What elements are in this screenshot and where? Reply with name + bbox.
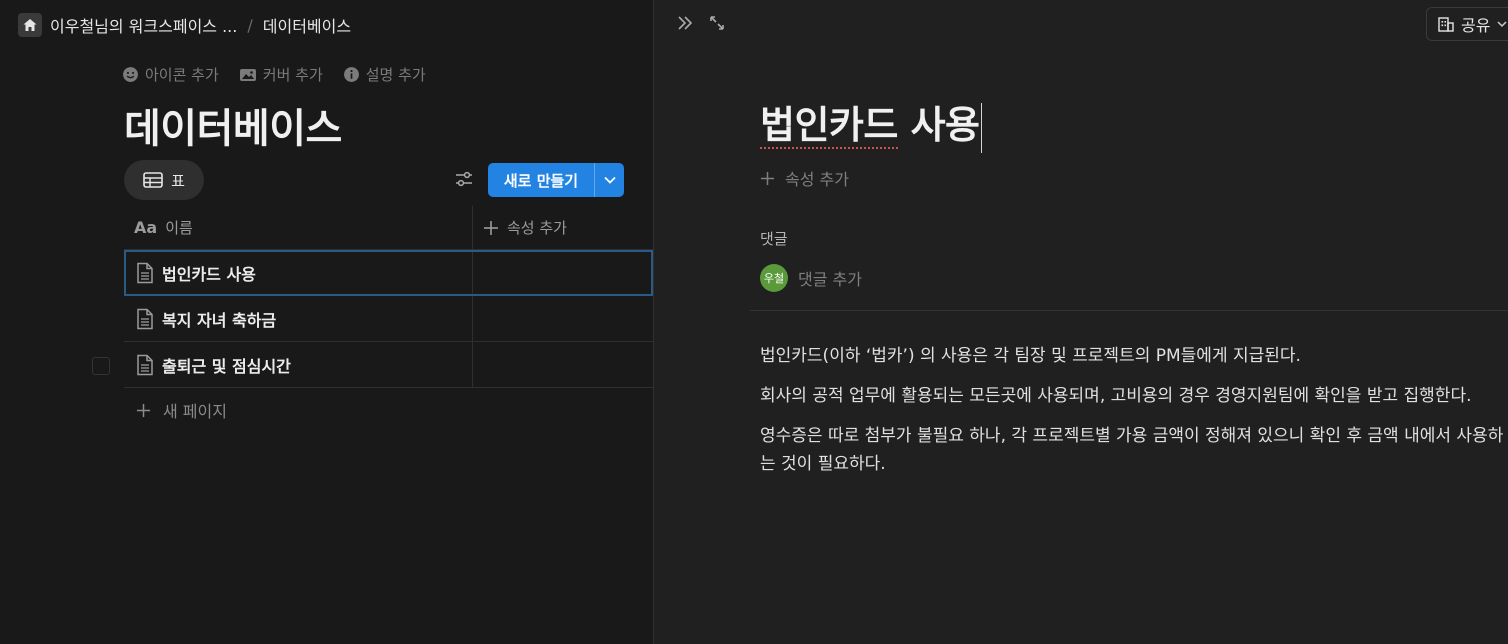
avatar: 우철 [760,264,788,292]
text-type-icon: Aa [134,218,158,237]
new-button-main[interactable]: 새로 만들기 [488,163,594,197]
peek-controls [676,14,726,36]
breadcrumb-separator: / [247,15,253,35]
document-title-rest: 사용 [897,103,980,147]
row-property-cell[interactable] [473,250,653,295]
paragraph[interactable]: 법인카드(이하 ‘법카’) 의 사용은 각 팀장 및 프로젝트의 PM들에게 지… [760,342,1505,370]
document-icon [137,308,153,329]
document-icon [137,354,153,375]
comments-heading: 댓글 [760,230,788,248]
image-icon [239,68,256,81]
document-title-spellcheck-part: 법인카드 [760,103,898,149]
peek-panel: 공유 법인카드 사용 속성 추가 댓글 우철 댓글 추가 법인카드(이하 ‘법카… [654,0,1508,644]
plus-icon [484,220,498,235]
row-title-cell[interactable]: 법인카드 사용 [124,250,473,295]
column-header-name[interactable]: Aa 이름 [124,206,473,249]
row-title: 법인카드 사용 [162,264,256,284]
divider [750,310,1508,311]
add-cover-button[interactable]: 커버 추가 [239,64,323,85]
new-page-label: 새 페이지 [163,402,227,421]
column-name-label: 이름 [165,219,193,237]
new-button: 새로 만들기 [488,163,624,197]
table-row[interactable]: 출퇴근 및 점심시간 [124,342,653,388]
paragraph[interactable]: 회사의 공적 업무에 활용되는 모든곳에 사용되며, 고비용의 경우 경영지원팀… [760,382,1505,410]
share-button[interactable]: 공유 [1426,7,1508,41]
database-pane: 이우철님의 워크스페이스 ... / 데이터베이스 아이콘 추가 커버 추가 설… [0,0,653,644]
row-property-cell[interactable] [473,342,653,387]
breadcrumb: 이우철님의 워크스페이스 ... / 데이터베이스 [18,12,351,38]
smiley-icon [123,67,138,82]
comment-input-row: 우철 댓글 추가 [760,264,862,292]
row-title: 복지 자녀 축하금 [162,310,277,330]
home-icon[interactable] [18,13,42,37]
paragraph[interactable]: 영수증은 따로 첨부가 불필요 하나, 각 프로젝트별 가용 금액이 정해져 있… [760,422,1505,478]
sliders-icon[interactable] [454,170,474,192]
page-title[interactable]: 데이터베이스 [124,96,342,154]
row-title: 출퇴근 및 점심시간 [162,356,291,376]
add-icon-label: 아이콘 추가 [145,66,219,84]
add-description-label: 설명 추가 [365,66,426,84]
plus-icon [760,171,775,185]
building-icon [1438,17,1454,32]
table-icon [143,172,163,188]
view-tab-label: 표 [171,171,185,190]
add-property-label: 속성 추가 [785,170,849,189]
add-property-button[interactable]: 속성 추가 [760,166,849,190]
double-chevron-right-icon[interactable] [676,14,694,36]
table-row[interactable]: 복지 자녀 축하금 [124,296,653,342]
table-row[interactable]: 법인카드 사용 [124,250,653,296]
chevron-down-icon[interactable] [594,163,624,197]
breadcrumb-page[interactable]: 데이터베이스 [263,13,351,37]
row-title-cell[interactable]: 출퇴근 및 점심시간 [124,342,473,387]
share-label: 공유 [1461,16,1491,35]
page-actions: 아이콘 추가 커버 추가 설명 추가 [122,64,426,85]
breadcrumb-workspace[interactable]: 이우철님의 워크스페이스 ... [50,13,237,37]
table-header: Aa 이름 속성 추가 [124,206,653,250]
text-caret [980,102,982,153]
add-description-button[interactable]: 설명 추가 [343,64,426,85]
plus-icon [136,403,151,417]
document-title[interactable]: 법인카드 사용 [760,94,982,153]
new-page-button[interactable]: 새 페이지 [136,398,227,422]
view-tab-table[interactable]: 표 [124,160,204,200]
row-checkbox[interactable] [92,357,110,375]
add-property-column[interactable]: 속성 추가 [473,206,653,249]
document-icon [137,262,153,283]
row-title-cell[interactable]: 복지 자녀 축하금 [124,296,473,341]
add-property-label: 속성 추가 [507,219,567,237]
info-icon [343,67,359,82]
expand-icon[interactable] [708,14,726,36]
document-body[interactable]: 법인카드(이하 ‘법카’) 의 사용은 각 팀장 및 프로젝트의 PM들에게 지… [760,342,1505,490]
add-icon-button[interactable]: 아이콘 추가 [122,64,219,85]
add-cover-label: 커버 추가 [262,66,323,84]
chevron-down-icon [1497,21,1507,28]
row-property-cell[interactable] [473,296,653,341]
comment-input[interactable]: 댓글 추가 [798,266,862,290]
